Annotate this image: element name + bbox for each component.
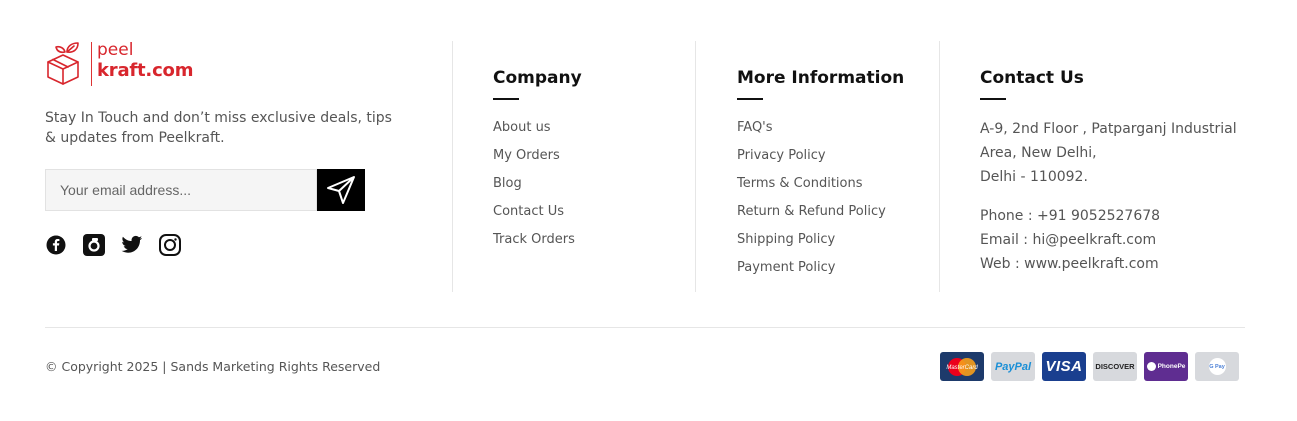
- snapchat-icon[interactable]: [83, 234, 105, 256]
- logo[interactable]: peel kraft.com: [45, 40, 405, 88]
- logo-kraft-text: kraft.com: [97, 60, 194, 81]
- address-line: Area, New Delhi,: [980, 145, 1097, 161]
- column-divider: [939, 41, 940, 292]
- contact-email[interactable]: Email : hi@peelkraft.com: [980, 228, 1237, 252]
- gpay-icon: G Pay: [1195, 352, 1239, 381]
- heading-underline: [737, 98, 763, 100]
- contact-web[interactable]: Web : www.peelkraft.com: [980, 252, 1237, 276]
- contact-column: Contact Us A-9, 2nd Floor , Patparganj I…: [980, 66, 1237, 276]
- link-track-orders[interactable]: Track Orders: [493, 231, 582, 259]
- discover-label: DISCOVER: [1095, 362, 1135, 371]
- phonepe-logo-dot: [1146, 362, 1156, 371]
- subscribe-button[interactable]: [317, 169, 365, 211]
- copyright-text: © Copyright 2025 | Sands Marketing Right…: [45, 359, 381, 374]
- more-info-heading: More Information: [737, 68, 905, 88]
- phonepe-label: PhonePe: [1157, 363, 1186, 370]
- phonepe-icon: PhonePe: [1144, 352, 1188, 381]
- discover-icon: DISCOVER: [1093, 352, 1137, 381]
- paper-plane-icon: [327, 176, 355, 204]
- contact-heading: Contact Us: [980, 68, 1084, 88]
- box-leaf-icon: [47, 42, 79, 85]
- footer-top: peel kraft.com Stay In Touch and don’t m…: [0, 0, 1297, 300]
- brand-column: peel kraft.com Stay In Touch and don’t m…: [45, 40, 405, 256]
- gpay-label: G Pay: [1208, 358, 1226, 375]
- paypal-label: PayPal: [994, 360, 1032, 373]
- footer-divider: [45, 327, 1245, 328]
- email-input[interactable]: [45, 169, 317, 211]
- company-links: About us My Orders Blog Contact Us Track…: [493, 119, 582, 259]
- company-column: Company About us My Orders Blog Contact …: [493, 66, 582, 259]
- link-faqs[interactable]: FAQ's: [737, 119, 904, 147]
- contact-details: A-9, 2nd Floor , Patparganj Industrial A…: [980, 117, 1237, 276]
- contact-phone[interactable]: Phone : +91 9052527678: [980, 204, 1237, 228]
- link-contact-us[interactable]: Contact Us: [493, 203, 582, 231]
- visa-label: VISA: [1045, 358, 1083, 375]
- column-divider: [452, 41, 453, 292]
- newsletter-tagline: Stay In Touch and don’t miss exclusive d…: [45, 110, 392, 146]
- paypal-icon: PayPal: [991, 352, 1035, 381]
- link-return-refund-policy[interactable]: Return & Refund Policy: [737, 203, 904, 231]
- instagram-icon[interactable]: [159, 234, 181, 256]
- heading-underline: [980, 98, 1006, 100]
- link-payment-policy[interactable]: Payment Policy: [737, 259, 904, 287]
- link-about-us[interactable]: About us: [493, 119, 582, 147]
- link-shipping-policy[interactable]: Shipping Policy: [737, 231, 904, 259]
- more-info-links: FAQ's Privacy Policy Terms & Conditions …: [737, 119, 904, 287]
- facebook-icon[interactable]: [45, 234, 67, 256]
- link-blog[interactable]: Blog: [493, 175, 582, 203]
- mastercard-icon: MasterCard: [940, 352, 984, 381]
- company-heading: Company: [493, 68, 582, 88]
- twitter-icon[interactable]: [121, 234, 143, 256]
- newsletter-form: [45, 169, 365, 211]
- logo-divider: [91, 42, 92, 86]
- logo-wordmark: peel kraft.com: [97, 40, 193, 80]
- logo-peel-text: peel: [97, 40, 134, 60]
- column-divider: [695, 41, 696, 292]
- link-privacy-policy[interactable]: Privacy Policy: [737, 147, 904, 175]
- visa-icon: VISA: [1042, 352, 1086, 381]
- address-line: A-9, 2nd Floor , Patparganj Industrial: [980, 121, 1237, 137]
- social-links: [45, 234, 181, 256]
- contact-address: A-9, 2nd Floor , Patparganj Industrial A…: [980, 117, 1237, 189]
- address-line: Delhi - 110092.: [980, 169, 1088, 185]
- more-info-column: More Information FAQ's Privacy Policy Te…: [737, 66, 904, 287]
- heading-underline: [493, 98, 519, 100]
- link-my-orders[interactable]: My Orders: [493, 147, 582, 175]
- mastercard-label: MasterCard: [946, 365, 978, 371]
- link-terms-conditions[interactable]: Terms & Conditions: [737, 175, 904, 203]
- payment-methods: MasterCard PayPal VISA DISCOVER PhonePe …: [940, 352, 1239, 381]
